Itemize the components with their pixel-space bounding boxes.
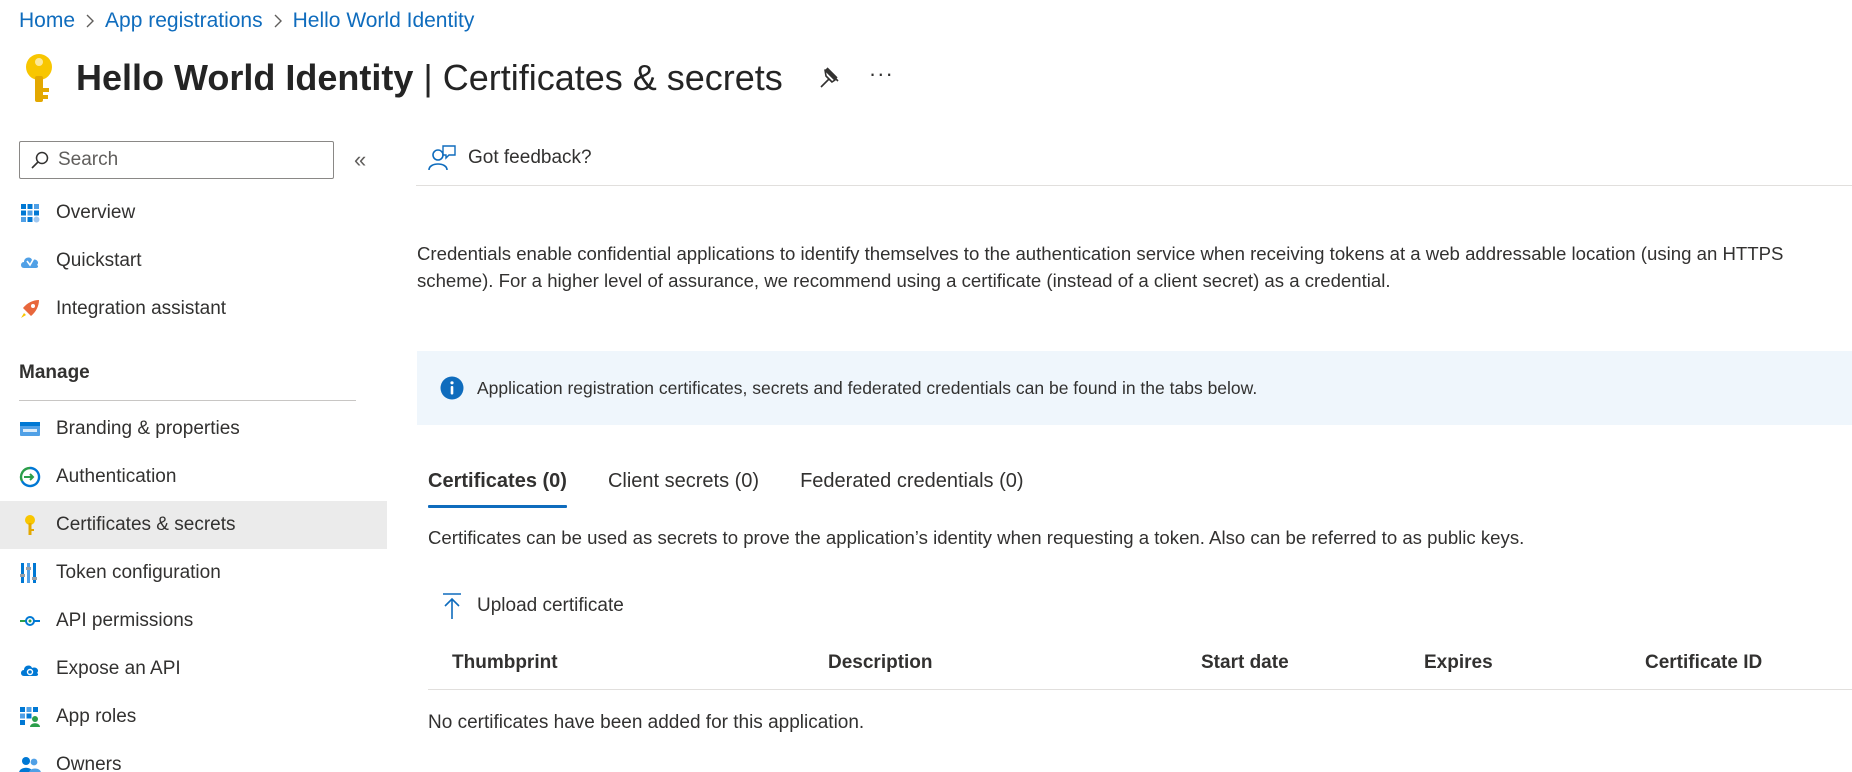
sidebar-nav: Overview Quickstart Integration assistan…: [0, 189, 387, 772]
sidebar-item-label: Token configuration: [56, 562, 221, 583]
sidebar-item-app-roles[interactable]: App roles: [0, 693, 387, 741]
sidebar-item-label: Authentication: [56, 466, 177, 487]
upload-certificate-label: Upload certificate: [477, 595, 624, 616]
divider: [19, 400, 356, 401]
tab-certificates[interactable]: Certificates (0): [428, 460, 567, 508]
sidebar-item-branding[interactable]: Branding & properties: [0, 405, 387, 453]
rocket-icon: [19, 298, 41, 320]
feedback-button[interactable]: Got feedback?: [428, 144, 592, 172]
search-icon: [31, 151, 49, 169]
token-bars-icon: [19, 562, 41, 584]
command-bar: Got feedback?: [416, 140, 1852, 186]
sidebar-item-expose-an-api[interactable]: Expose an API: [0, 645, 387, 693]
search-input[interactable]: [58, 149, 318, 171]
credential-tabs: Certificates (0) Client secrets (0) Fede…: [428, 460, 1065, 508]
app-roles-icon: [19, 706, 41, 728]
certificates-table: Thumbprint Description Start date Expire…: [428, 640, 1852, 734]
column-header-certificate-id[interactable]: Certificate ID: [1645, 652, 1762, 674]
pin-icon[interactable]: [817, 65, 843, 91]
sidebar-item-owners[interactable]: Owners: [0, 741, 387, 772]
sidebar-group-manage: Manage: [0, 341, 387, 405]
api-permissions-icon: [19, 610, 41, 632]
page-title: Hello World Identity | Certificates & se…: [76, 57, 783, 99]
cloud-api-icon: [19, 658, 41, 680]
key-icon: [19, 514, 41, 536]
sidebar-item-label: Certificates & secrets: [56, 514, 236, 535]
sidebar-item-label: Overview: [56, 202, 136, 223]
info-banner-text: Application registration certificates, s…: [477, 377, 1258, 398]
upload-certificate-button[interactable]: Upload certificate: [441, 592, 624, 620]
tab-description: Certificates can be used as secrets to p…: [428, 527, 1525, 548]
key-icon: [26, 54, 52, 102]
column-header-thumbprint[interactable]: Thumbprint: [452, 652, 558, 674]
sidebar-item-label: Branding & properties: [56, 418, 240, 439]
table-empty-message: No certificates have been added for this…: [428, 712, 865, 733]
breadcrumb: Home App registrations Hello World Ident…: [19, 8, 474, 34]
tab-client-secrets[interactable]: Client secrets (0): [608, 460, 759, 508]
sidebar-item-label: App roles: [56, 706, 137, 727]
sidebar-search[interactable]: [19, 141, 334, 179]
sidebar-item-quickstart[interactable]: Quickstart: [0, 237, 387, 285]
breadcrumb-hello-world-identity[interactable]: Hello World Identity: [293, 9, 475, 33]
app-name: Hello World Identity: [76, 57, 414, 98]
feedback-label: Got feedback?: [468, 147, 592, 168]
page-header: Hello World Identity | Certificates & se…: [20, 48, 894, 108]
sidebar-item-label: Expose an API: [56, 658, 181, 679]
sidebar-item-certificates-secrets[interactable]: Certificates & secrets: [0, 501, 387, 549]
sidebar-item-overview[interactable]: Overview: [0, 189, 387, 237]
owners-icon: [19, 754, 41, 772]
sidebar-item-label: Quickstart: [56, 250, 142, 271]
sidebar-item-label: Integration assistant: [56, 298, 227, 319]
overview-grid-icon: [19, 202, 41, 224]
info-icon: [440, 376, 464, 400]
column-header-expires[interactable]: Expires: [1424, 652, 1493, 674]
sidebar-group-heading: Manage: [19, 362, 90, 383]
sidebar-item-authentication[interactable]: Authentication: [0, 453, 387, 501]
tab-federated-credentials[interactable]: Federated credentials (0): [800, 460, 1023, 508]
more-options-button[interactable]: ···: [869, 61, 894, 87]
title-separator: |: [413, 57, 443, 98]
branding-icon: [19, 418, 41, 440]
chevron-right-icon: [263, 14, 293, 28]
breadcrumb-app-registrations[interactable]: App registrations: [105, 9, 263, 33]
authentication-icon: [19, 466, 41, 488]
breadcrumb-home[interactable]: Home: [19, 9, 75, 33]
intro-description: Credentials enable confidential applicat…: [417, 243, 1784, 291]
chevron-right-icon: [75, 14, 105, 28]
table-header: Thumbprint Description Start date Expire…: [428, 640, 1852, 690]
column-header-start-date[interactable]: Start date: [1201, 652, 1289, 674]
upload-arrow-icon: [443, 593, 461, 619]
column-header-description[interactable]: Description: [828, 652, 933, 674]
quickstart-cloud-icon: [19, 250, 41, 272]
collapse-sidebar-icon[interactable]: «: [354, 147, 376, 172]
sidebar-item-token-configuration[interactable]: Token configuration: [0, 549, 387, 597]
info-banner: Application registration certificates, s…: [417, 351, 1852, 425]
sidebar-item-label: Owners: [56, 754, 122, 772]
sidebar-item-api-permissions[interactable]: API permissions: [0, 597, 387, 645]
feedback-person-icon: [428, 145, 456, 171]
sidebar-item-integration-assistant[interactable]: Integration assistant: [0, 285, 387, 333]
sidebar-item-label: API permissions: [56, 610, 194, 631]
section-title: Certificates & secrets: [442, 57, 783, 98]
